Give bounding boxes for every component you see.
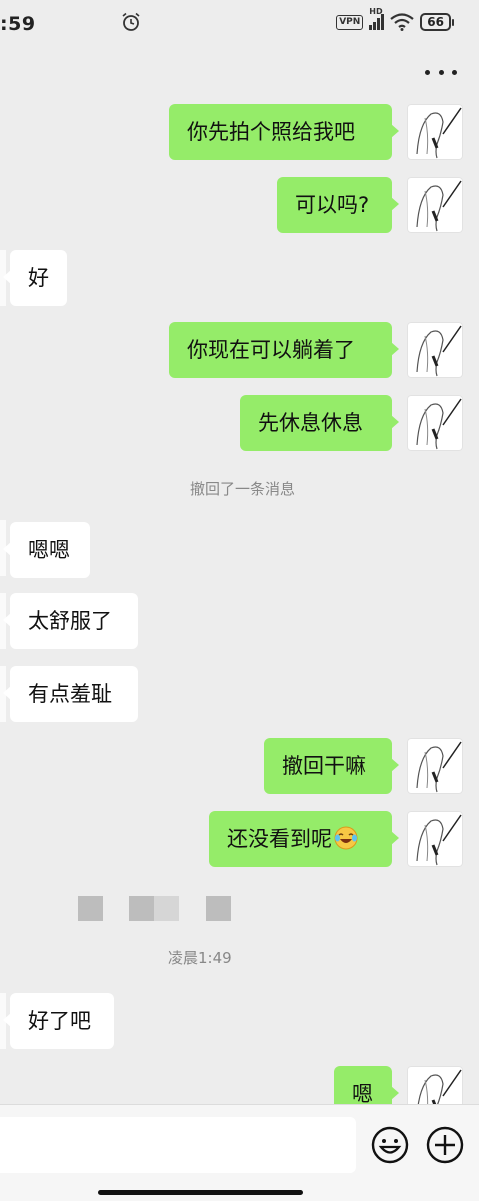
- alarm-icon: [122, 12, 140, 31]
- avatar[interactable]: [407, 177, 463, 233]
- message-bubble-incoming[interactable]: 太舒服了: [3, 593, 138, 649]
- message-input[interactable]: [0, 1117, 356, 1173]
- message-bubble-outgoing[interactable]: 撤回干嘛: [264, 738, 399, 794]
- crying-laughing-emoji-icon: [334, 826, 358, 850]
- message-bubble-outgoing[interactable]: 你现在可以躺着了: [169, 322, 399, 378]
- message-bubble-outgoing[interactable]: 你先拍个照给我吧: [169, 104, 399, 160]
- recall-notice: 撤回了一条消息: [190, 480, 296, 498]
- message-bubble-incoming[interactable]: 嗯嗯: [3, 522, 90, 578]
- wifi-icon: [390, 13, 414, 31]
- message-bubble-incoming[interactable]: 有点羞耻: [3, 666, 138, 722]
- dot-icon: [438, 69, 444, 75]
- plus-icon[interactable]: [425, 1125, 465, 1165]
- message-bubble-outgoing[interactable]: 先休息休息: [240, 395, 399, 451]
- timestamp: 凌晨1:49: [168, 949, 232, 967]
- message-text: 还没看到呢: [227, 827, 332, 851]
- message-bubble-incoming[interactable]: 好了吧: [3, 993, 114, 1049]
- vpn-badge: VPN: [336, 14, 364, 30]
- hd-label: HD: [369, 7, 383, 16]
- signal-icon: HD: [369, 7, 385, 30]
- input-bar: [0, 1104, 479, 1201]
- message-bubble-incoming[interactable]: 好: [3, 250, 67, 306]
- avatar[interactable]: [407, 322, 463, 378]
- avatar[interactable]: [407, 811, 463, 867]
- battery-indicator: 66: [420, 13, 454, 31]
- status-bar: :59 VPN HD 66: [0, 0, 479, 46]
- message-bubble-outgoing[interactable]: 还没看到呢: [209, 811, 399, 867]
- avatar[interactable]: [407, 738, 463, 794]
- dot-icon: [452, 69, 457, 75]
- avatar[interactable]: [407, 104, 463, 160]
- message-bubble-outgoing[interactable]: 可以吗?: [277, 177, 399, 233]
- status-icons: VPN HD 66: [336, 7, 454, 31]
- emoji-icon[interactable]: [370, 1125, 410, 1165]
- more-options-button[interactable]: [425, 60, 457, 84]
- status-time: :59: [0, 13, 36, 35]
- home-indicator[interactable]: [98, 1190, 303, 1195]
- avatar[interactable]: [407, 395, 463, 451]
- dot-icon: [425, 69, 430, 75]
